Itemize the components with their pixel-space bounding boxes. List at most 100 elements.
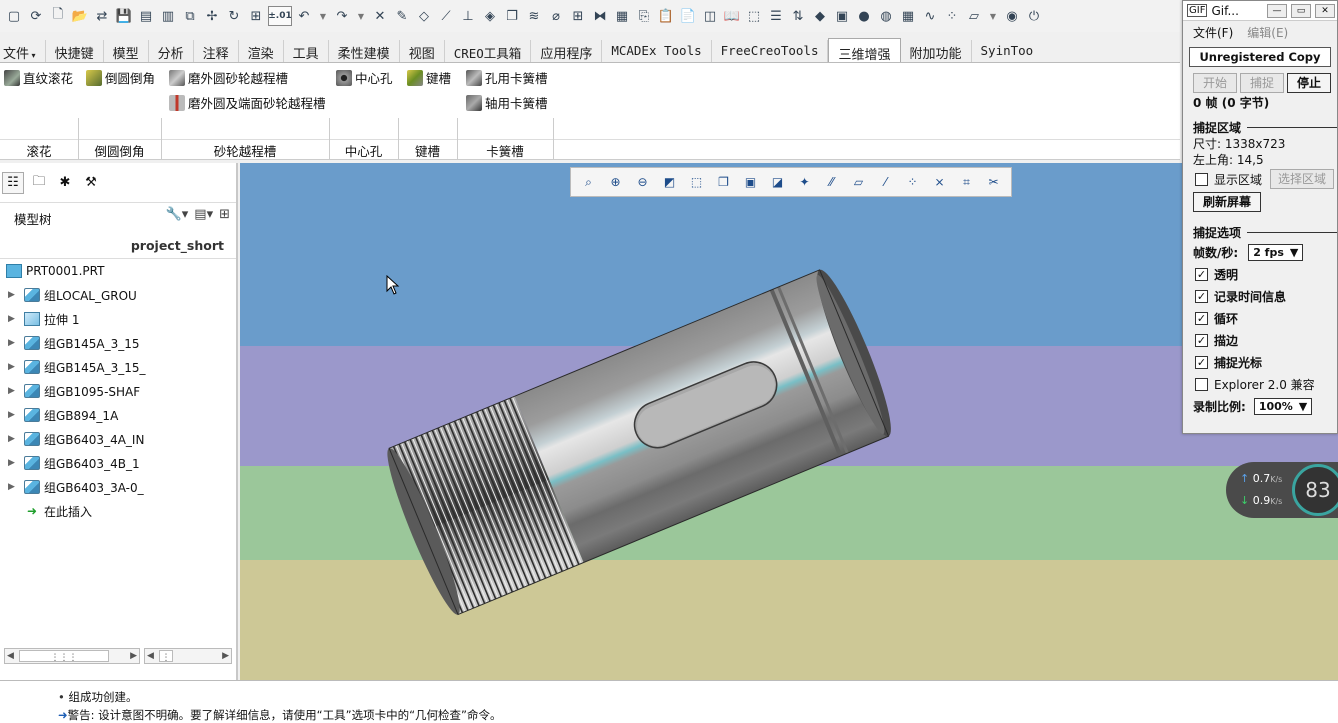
sort-icon[interactable]: ⇅ — [788, 6, 808, 26]
tab-model[interactable]: 模型 — [104, 40, 149, 62]
axis-display-icon[interactable]: ⁄ — [876, 172, 896, 192]
tab-flexible-modeling[interactable]: 柔性建模 — [329, 40, 400, 62]
tree-item[interactable]: ▶ 组GB894_1A — [0, 403, 236, 427]
pattern-icon[interactable]: ⊞ — [568, 6, 588, 26]
mirror-icon[interactable]: ⧓ — [590, 6, 610, 26]
center-hole-button[interactable]: 中心孔 — [336, 68, 393, 87]
switch-window-icon[interactable]: ⧉ — [180, 6, 200, 26]
scroll-left-icon[interactable]: ◀ — [7, 649, 14, 663]
tab-syintools[interactable]: SyinToo — [972, 40, 1043, 62]
timestamp-checkbox[interactable]: ✓ — [1195, 289, 1208, 303]
close-button[interactable]: ✕ — [1315, 3, 1335, 18]
tab-analysis[interactable]: 分析 — [149, 40, 194, 62]
zoom-out-icon[interactable]: ⊖ — [633, 172, 653, 192]
tab-mcadex-tools[interactable]: MCADEx Tools — [602, 40, 712, 62]
expand-arrow-icon[interactable]: ▶ — [8, 386, 20, 396]
surface-icon[interactable]: ◈ — [480, 6, 500, 26]
show-area-checkbox[interactable] — [1195, 172, 1208, 186]
option-loop[interactable]: ✓ 循环 — [1183, 307, 1337, 329]
more-dropdown-icon[interactable]: ▼ — [986, 6, 1000, 26]
tree-item[interactable]: ▶ 组GB6403_4B_1 — [0, 451, 236, 475]
capture-cursor-checkbox[interactable]: ✓ — [1195, 355, 1208, 369]
tree-settings-icon[interactable]: 🔧▾ — [166, 207, 189, 222]
tab-tools[interactable]: 工具 — [284, 40, 329, 62]
expand-arrow-icon[interactable]: ▶ — [8, 482, 20, 492]
parallelogram-icon[interactable]: ▱ — [964, 6, 984, 26]
scroll-left-icon[interactable]: ◀ — [147, 649, 154, 663]
paste-special-icon[interactable]: 📄 — [678, 6, 698, 26]
undo-dropdown-icon[interactable]: ▼ — [316, 6, 330, 26]
view-manager-icon[interactable]: ▣ — [741, 172, 761, 192]
menu-edit[interactable]: 编辑(E) — [1247, 24, 1288, 41]
new-file-icon[interactable]: 🗋 — [48, 6, 68, 26]
saved-orientations-icon[interactable]: ❐ — [714, 172, 734, 192]
tree-item[interactable]: ▶ 组GB145A_3_15 — [0, 331, 236, 355]
points-icon[interactable]: ⁘ — [942, 6, 962, 26]
tree-item-root[interactable]: PRT0001.PRT — [0, 259, 236, 283]
fillet-chamfer-button[interactable]: 倒圆倒角 — [86, 68, 155, 87]
minimize-button[interactable]: — — [1267, 3, 1287, 18]
display-style-icon[interactable]: ⬚ — [687, 172, 707, 192]
folder-browser-tab-icon[interactable]: 🗀 — [28, 172, 50, 194]
paste-icon[interactable]: 📋 — [656, 6, 676, 26]
close-window-icon[interactable]: ✕ — [370, 6, 390, 26]
datum-axis-icon[interactable]: ⟋ — [436, 6, 456, 26]
scroll-thumb[interactable]: ⋮ — [159, 650, 173, 663]
tab-file[interactable]: 文件 ▾ — [0, 40, 46, 62]
hole-circlip-button[interactable]: 孔用卡簧槽 — [466, 68, 548, 87]
expand-arrow-icon[interactable]: ▶ — [8, 434, 20, 444]
tab-creo-toolbox[interactable]: CREO工具箱 — [445, 40, 532, 62]
status-icon[interactable]: ◉ — [1002, 6, 1022, 26]
section-icon[interactable]: ◫ — [700, 6, 720, 26]
regenerate-model-icon[interactable]: ↻ — [224, 6, 244, 26]
tree-hscrollbar[interactable]: ◀ ⋮⋮⋮ ▶ — [4, 648, 140, 664]
spline-icon[interactable]: ∿ — [920, 6, 940, 26]
tab-addons[interactable]: 附加功能 — [901, 40, 972, 62]
scene-icon[interactable]: ◍ — [876, 6, 896, 26]
keyway-button[interactable]: 键槽 — [407, 68, 451, 87]
expand-arrow-icon[interactable]: ▶ — [8, 314, 20, 324]
expand-arrow-icon[interactable]: ▶ — [8, 458, 20, 468]
align-icon[interactable]: ✢ — [202, 6, 222, 26]
option-transparent[interactable]: ✓ 透明 — [1183, 263, 1337, 285]
hide-icon[interactable]: ⌀ — [546, 6, 566, 26]
grid-icon[interactable]: ▦ — [898, 6, 918, 26]
coordinate-icon[interactable]: ⊥ — [458, 6, 478, 26]
scale-select[interactable]: 100% ▼ — [1253, 397, 1313, 415]
tree-filter-icon[interactable]: ⊞ — [219, 207, 230, 222]
outline-checkbox[interactable]: ✓ — [1195, 333, 1208, 347]
tree-item[interactable]: ▶ 拉伸 1 — [0, 307, 236, 331]
curve-icon[interactable]: ≋ — [524, 6, 544, 26]
expand-arrow-icon[interactable]: ▶ — [8, 338, 20, 348]
tree-item[interactable]: ▶ 组GB1095-SHAF — [0, 379, 236, 403]
scroll-thumb[interactable]: ⋮⋮⋮ — [19, 650, 109, 663]
graphics-viewport[interactable]: ⌕ ⊕ ⊖ ◩ ⬚ ❐ ▣ ◪ ✦ ⁄⁄ ▱ ⁄ ⁘ ⨯ ⌗ ✂ — [240, 163, 1338, 680]
copy-geometry-icon[interactable]: ❐ — [502, 6, 522, 26]
undo-icon[interactable]: ↶ — [294, 6, 314, 26]
plane-display-icon[interactable]: ▱ — [849, 172, 869, 192]
cut-icon[interactable]: ✂ — [984, 172, 1004, 192]
tree-columns-icon[interactable]: ▤▾ — [194, 207, 213, 222]
loop-checkbox[interactable]: ✓ — [1195, 311, 1208, 325]
zoom-in-icon[interactable]: ⊕ — [606, 172, 626, 192]
new-icon[interactable]: ▢ — [4, 6, 24, 26]
select-area-button[interactable]: 选择区域 — [1270, 169, 1335, 189]
tree-item[interactable]: ▶ 组GB6403_3A-0_ — [0, 475, 236, 499]
tab-applications[interactable]: 应用程序 — [531, 40, 603, 62]
spin-center-icon[interactable]: ✦ — [795, 172, 815, 192]
option-outline[interactable]: ✓ 描边 — [1183, 329, 1337, 351]
precision-button[interactable]: ±.01 — [268, 6, 292, 26]
repaint-icon[interactable]: ◩ — [660, 172, 680, 192]
fps-select[interactable]: 2 fps ▼ — [1248, 243, 1304, 261]
scroll-right-icon[interactable]: ▶ — [130, 649, 137, 663]
save-icon[interactable]: 💾 — [114, 6, 134, 26]
explorer-checkbox[interactable] — [1195, 377, 1208, 391]
open-session-icon[interactable]: ⇄ — [92, 6, 112, 26]
gifcam-titlebar[interactable]: GIF Gif... — ▭ ✕ — [1183, 1, 1337, 21]
render-icon[interactable]: ◆ — [810, 6, 830, 26]
scroll-right-icon[interactable]: ▶ — [222, 649, 229, 663]
expand-arrow-icon[interactable]: ▶ — [8, 290, 20, 300]
grind-groove-button[interactable]: 磨外圆砂轮越程槽 — [169, 68, 288, 87]
tab-3d-enhance[interactable]: 三维增强 — [828, 38, 901, 63]
transparent-checkbox[interactable]: ✓ — [1195, 267, 1208, 281]
